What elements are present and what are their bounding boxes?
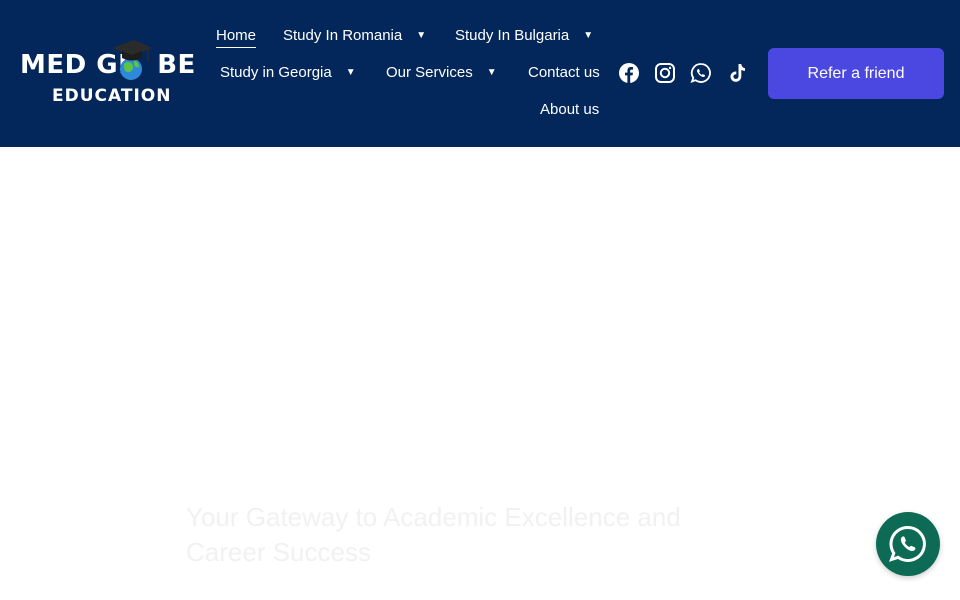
nav-home[interactable]: Home (216, 27, 257, 48)
caret-down-icon: ▼ (345, 67, 356, 78)
nav-about-us[interactable]: About us (540, 101, 599, 118)
nav-study-in-romania[interactable]: Study In Romania ▼ (283, 27, 426, 44)
caret-down-icon: ▼ (486, 67, 497, 78)
globe-graduation-cap-icon (108, 38, 154, 86)
hero-title: Your Gateway to Academic Excellence and … (186, 502, 681, 567)
whatsapp-icon[interactable] (690, 62, 712, 84)
whatsapp-icon (889, 525, 926, 562)
instagram-icon[interactable] (654, 62, 676, 84)
nav-contact-us[interactable]: Contact us (528, 64, 600, 81)
refer-a-friend-button[interactable]: Refer a friend (768, 48, 944, 99)
nav-study-in-bulgaria[interactable]: Study In Bulgaria ▼ (455, 27, 593, 44)
caret-down-icon: ▼ (583, 30, 594, 41)
site-header: MED GL BE EDUCATION Home Study In Romania… (0, 0, 960, 147)
whatsapp-chat-button[interactable] (876, 512, 940, 576)
nav-our-services[interactable]: Our Services ▼ (386, 64, 497, 81)
nav-study-in-georgia[interactable]: Study in Georgia ▼ (220, 64, 356, 81)
facebook-icon[interactable] (618, 62, 640, 84)
med-globe-logo[interactable]: MED GL BE EDUCATION (18, 38, 195, 110)
caret-down-icon: ▼ (416, 30, 427, 41)
tiktok-icon[interactable] (726, 62, 748, 84)
logo-text-bottom: EDUCATION (52, 86, 172, 106)
